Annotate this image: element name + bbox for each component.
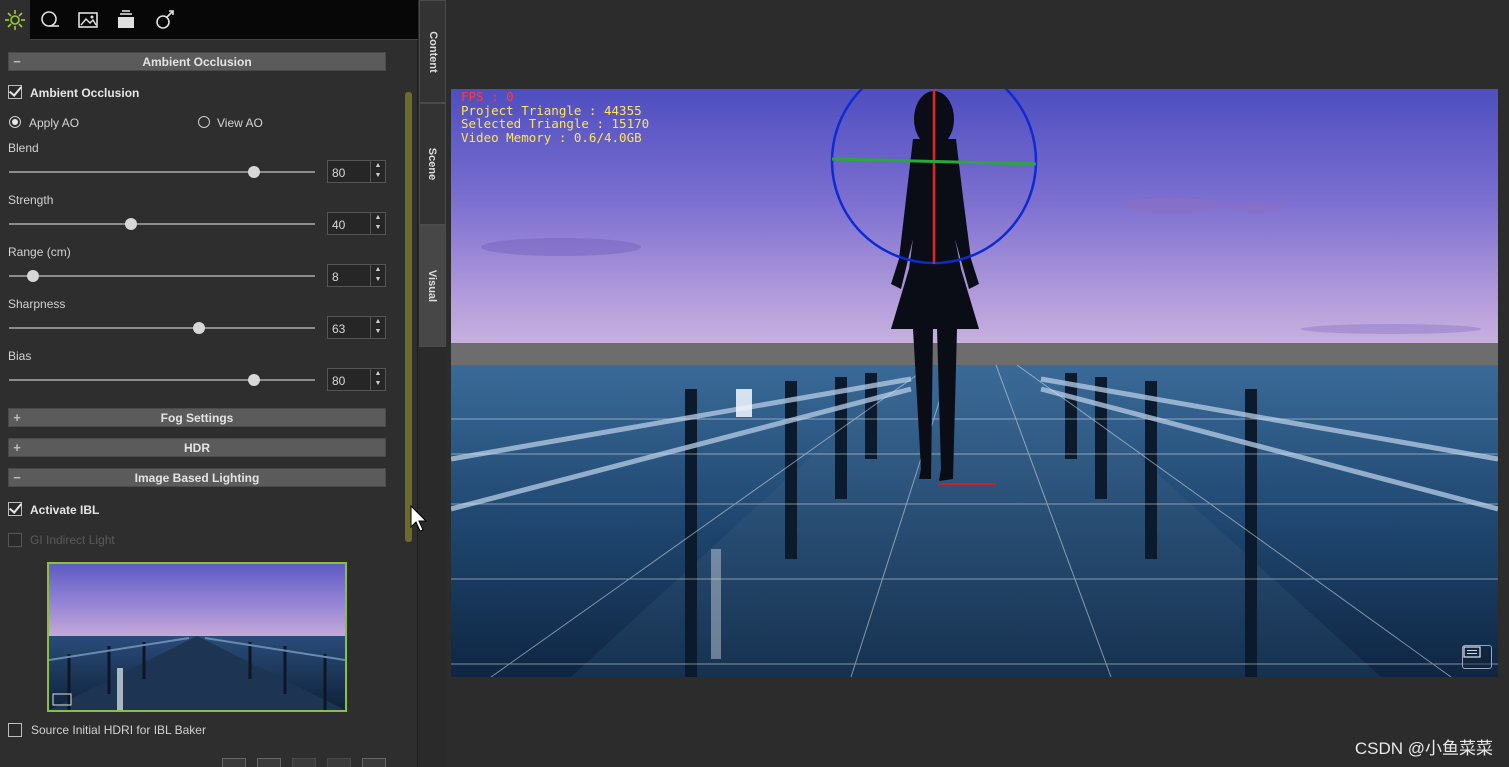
spinbox-value: 80: [332, 166, 346, 180]
spin-arrows[interactable]: ▲ ▼: [370, 369, 385, 390]
expand-icon: +: [13, 440, 21, 455]
view-ao-label: View AO: [217, 116, 263, 130]
viewport-area: FPS : 0 Project Triangle : 44355 Selecte…: [446, 0, 1509, 767]
slider-thumb[interactable]: [27, 270, 39, 282]
arrow-up-icon[interactable]: ▲: [371, 213, 385, 223]
3d-viewport[interactable]: FPS : 0 Project Triangle : 44355 Selecte…: [451, 89, 1498, 677]
value-spinbox[interactable]: 80 ▲ ▼: [327, 160, 386, 183]
delete-icon[interactable]: [362, 758, 386, 767]
section-title: HDR: [184, 440, 210, 455]
grid-icon[interactable]: [292, 758, 316, 767]
sphere-icon[interactable]: [34, 4, 66, 36]
panel-scrollbar[interactable]: [405, 92, 412, 542]
slider-thumb[interactable]: [248, 166, 260, 178]
collapse-icon: −: [13, 470, 21, 485]
export-icon[interactable]: [327, 758, 351, 767]
ibl-hdri-thumbnail[interactable]: [47, 562, 347, 712]
source-hdri-checkbox[interactable]: [8, 723, 22, 737]
slider-track[interactable]: [9, 322, 315, 334]
ambient-occlusion-label: Ambient Occlusion: [30, 86, 140, 100]
slider-label: Sharpness: [8, 297, 66, 311]
section-title: Fog Settings: [160, 410, 234, 425]
fps-readout: FPS : 0: [461, 89, 514, 104]
slider-thumb[interactable]: [193, 322, 205, 334]
apply-ao-radio[interactable]: [9, 116, 21, 128]
ambient-occlusion-checkbox[interactable]: [8, 85, 22, 99]
project-triangle-readout: Project Triangle : 44355: [461, 102, 642, 118]
spinbox-value: 8: [332, 270, 339, 284]
tab-scene[interactable]: Scene: [419, 103, 446, 225]
slider-track[interactable]: [9, 270, 315, 282]
section-hdr[interactable]: + HDR: [8, 438, 386, 457]
gi-indirect-light-label: GI Indirect Light: [30, 533, 115, 547]
spinbox-value: 80: [332, 374, 346, 388]
tab-scene-label: Scene: [426, 147, 439, 181]
scene-render: [451, 89, 1498, 677]
gi-indirect-light-checkbox[interactable]: [8, 533, 22, 547]
side-tab-strip: Content Scene Visual: [419, 0, 446, 767]
spinbox-value: 63: [332, 322, 346, 336]
slider-label: Strength: [8, 193, 54, 207]
watermark: CSDN @小鱼菜菜: [1354, 739, 1493, 758]
value-spinbox[interactable]: 8 ▲ ▼: [327, 264, 386, 287]
spin-arrows[interactable]: ▲ ▼: [370, 161, 385, 182]
arrow-down-icon[interactable]: ▼: [371, 275, 385, 285]
tab-visual[interactable]: Visual: [419, 225, 446, 347]
activate-ibl-checkbox[interactable]: [8, 502, 22, 516]
arrow-up-icon[interactable]: ▲: [371, 369, 385, 379]
spinbox-value: 40: [332, 218, 346, 232]
collapse-icon: −: [13, 54, 21, 69]
slider-thumb[interactable]: [248, 374, 260, 386]
value-spinbox[interactable]: 80 ▲ ▼: [327, 368, 386, 391]
spin-arrows[interactable]: ▲ ▼: [370, 265, 385, 286]
arrow-down-icon[interactable]: ▼: [371, 379, 385, 389]
slider-track[interactable]: [9, 218, 315, 230]
section-fog-settings[interactable]: + Fog Settings: [8, 408, 386, 427]
layers-icon[interactable]: [110, 4, 142, 36]
value-spinbox[interactable]: 40 ▲ ▼: [327, 212, 386, 235]
section-title: Image Based Lighting: [134, 470, 260, 485]
settings-edit-icon[interactable]: [148, 4, 180, 36]
value-spinbox[interactable]: 63 ▲ ▼: [327, 316, 386, 339]
section-image-based-lighting[interactable]: − Image Based Lighting: [8, 468, 386, 487]
arrow-up-icon[interactable]: ▲: [371, 265, 385, 275]
visual-settings-panel: − Ambient Occlusion Ambient Occlusion Ap…: [0, 0, 418, 767]
expand-icon: +: [13, 410, 21, 425]
video-memory-readout: Video Memory : 0.6/4.0GB: [461, 129, 642, 145]
slider-thumb[interactable]: [125, 218, 137, 230]
effects-icon[interactable]: [0, 0, 30, 40]
tab-visual-label: Visual: [426, 269, 439, 303]
arrow-up-icon[interactable]: ▲: [371, 161, 385, 171]
panel-toolbar: [0, 0, 418, 40]
bake-icon[interactable]: [222, 758, 246, 767]
spin-arrows[interactable]: ▲ ▼: [370, 213, 385, 234]
spin-arrows[interactable]: ▲ ▼: [370, 317, 385, 338]
selected-triangle-readout: Selected Triangle : 15170: [461, 116, 650, 131]
activate-ibl-label: Activate IBL: [30, 503, 100, 517]
slider-track[interactable]: [9, 166, 315, 178]
tab-content[interactable]: Content: [419, 0, 446, 103]
arrow-up-icon[interactable]: ▲: [371, 317, 385, 327]
arrow-down-icon[interactable]: ▼: [371, 223, 385, 233]
slider-label: Bias: [8, 349, 32, 363]
render-stats-overlay: FPS : 0 Project Triangle : 44355 Selecte…: [461, 90, 649, 144]
section-title: Ambient Occlusion: [142, 54, 252, 69]
mouse-cursor-icon: [410, 505, 428, 532]
arrow-down-icon[interactable]: ▼: [371, 327, 385, 337]
slider-track[interactable]: [9, 374, 315, 386]
apply-ao-label: Apply AO: [29, 116, 80, 130]
image-icon[interactable]: [72, 4, 104, 36]
arrow-down-icon[interactable]: ▼: [371, 171, 385, 181]
section-ambient-occlusion[interactable]: − Ambient Occlusion: [8, 52, 386, 71]
comment-icon[interactable]: [1462, 645, 1492, 669]
source-hdri-label: Source Initial HDRI for IBL Baker: [31, 723, 206, 737]
app-window: − Ambient Occlusion Ambient Occlusion Ap…: [0, 0, 1509, 767]
view-ao-radio[interactable]: [198, 116, 210, 128]
slider-label: Blend: [8, 141, 39, 155]
slider-label: Range (cm): [8, 245, 71, 259]
tab-content-label: Content: [426, 30, 439, 73]
preview-icon[interactable]: [257, 758, 281, 767]
